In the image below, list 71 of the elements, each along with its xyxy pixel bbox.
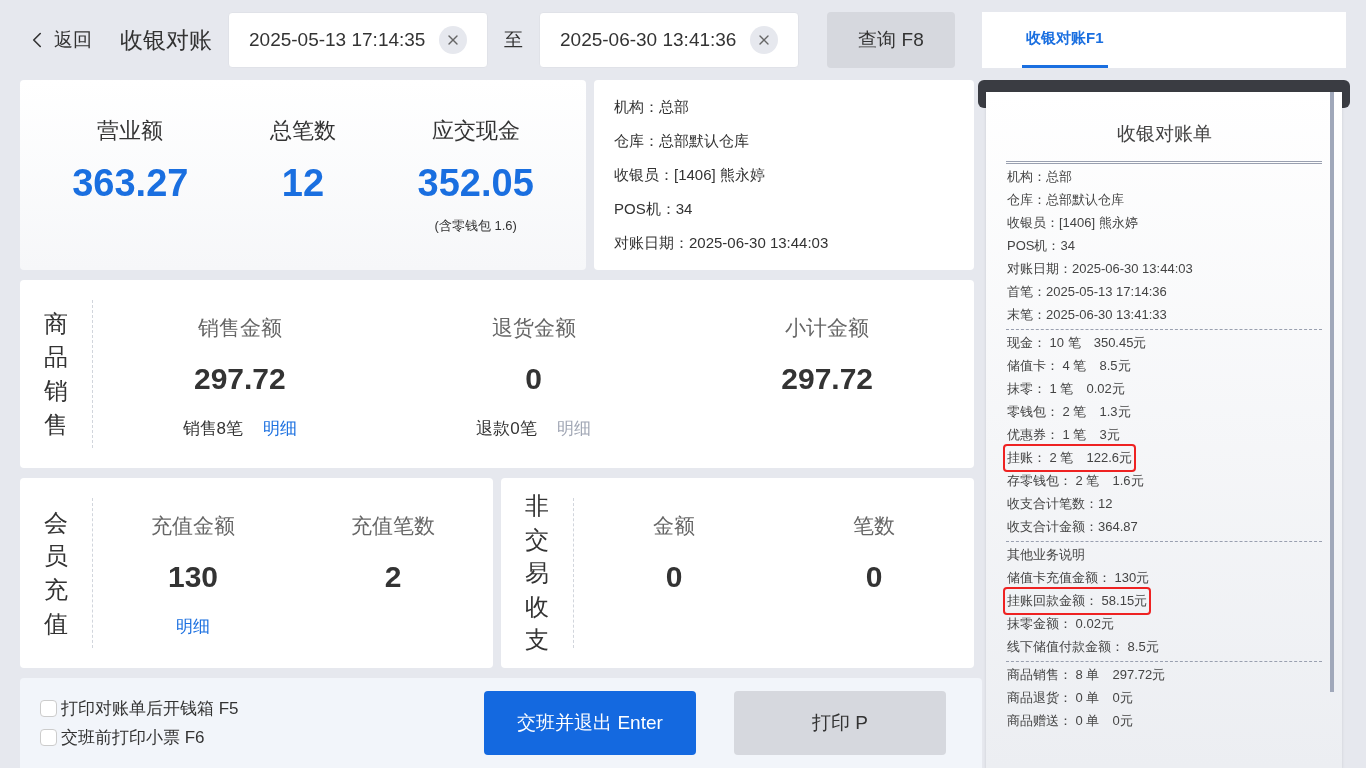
count-text: 退款0笔	[476, 417, 537, 440]
metric-value: 0	[865, 558, 883, 595]
info-text: 机构：总部	[614, 97, 690, 117]
receipt-line: 收银员：[1406] 熊永婷	[1006, 214, 1139, 233]
page-title: 收银对账	[120, 25, 212, 55]
receipt-line: 对账日期：2025-06-30 13:44:03	[1006, 260, 1194, 279]
receipt-line: 储值卡： 4 笔 8.5元	[1006, 357, 1132, 376]
metric-value: 12	[281, 161, 325, 206]
receipt-line: 商品销售： 8 单 297.72元	[1006, 666, 1167, 685]
metric-value: 130	[167, 558, 219, 595]
tab[interactable]: 收银对账F1	[1022, 12, 1108, 68]
section-label: 非交易收支	[525, 491, 549, 656]
metric-label: 充值笔数	[351, 513, 435, 539]
metric-value: 0	[665, 558, 683, 595]
metric-label: 销售金额	[197, 315, 282, 341]
range-separator: 至	[504, 27, 523, 52]
metric-label: 金额	[653, 513, 695, 539]
metric-value: 352.05	[417, 161, 534, 207]
clear-icon[interactable]	[750, 26, 778, 54]
receipt-line: 商品退货： 0 单 0元	[1006, 689, 1134, 708]
info-text: POS机：34	[614, 198, 694, 219]
info-text: 对账日期：2025-06-30 13:44:03	[614, 232, 830, 253]
count-text: 销售8笔	[182, 417, 244, 440]
receipt-line: 现金： 10 笔 350.45元	[1006, 334, 1148, 353]
section-label: 会员充值	[44, 507, 68, 639]
receipt-line: 优惠券： 1 笔 3元	[1006, 426, 1121, 445]
query-button[interactable]: 查询 F8	[827, 12, 955, 68]
metric-label: 小计金额	[785, 315, 870, 341]
detail-link[interactable]: 明细	[176, 613, 210, 640]
checkbox-label: 打印对账单后开钱箱 F5	[61, 697, 239, 720]
date-field[interactable]: 2025-06-30 13:41:36	[539, 12, 799, 68]
info-text: 收银员：[1406] 熊永婷	[614, 164, 766, 185]
checkbox[interactable]	[40, 729, 57, 747]
metric-value: 363.27	[72, 161, 189, 206]
info-text: 仓库：总部默认仓库	[614, 130, 750, 151]
handover-button[interactable]: 交班并退出 Enter	[484, 691, 696, 755]
receipt-line: 商品赠送： 0 单 0元	[1006, 712, 1134, 731]
metric-label: 退货金额	[491, 315, 576, 341]
detail-link[interactable]: 明细	[263, 415, 298, 442]
metric-value: 297.72	[781, 360, 874, 397]
metric-value: 0	[525, 360, 542, 397]
metric-label: 充值金额	[151, 513, 235, 539]
metric-label: 总笔数	[270, 117, 336, 145]
print-button[interactable]: 打印 P	[734, 691, 946, 755]
metric-note: (含零钱包 1.6)	[434, 217, 517, 236]
metric-label: 笔数	[853, 513, 895, 539]
receipt-line: 抹零金额： 0.02元	[1006, 615, 1115, 634]
receipt-line: 抹零： 1 笔 0.02元	[1006, 380, 1126, 399]
receipt-line: 收支合计金额：364.87	[1006, 518, 1139, 537]
section-label: 商品销售	[44, 308, 68, 440]
receipt-line: 储值卡充值金额： 130元	[1006, 569, 1151, 588]
back-button[interactable]: 返回	[24, 25, 92, 55]
metric-label: 营业额	[97, 117, 164, 145]
metric-value: 2	[384, 558, 402, 595]
receipt-line: 首笔：2025-05-13 17:14:36	[1006, 283, 1168, 302]
receipt-line: 其他业务说明	[1006, 546, 1086, 565]
clear-icon[interactable]	[439, 26, 467, 54]
receipt-title: 收银对账单	[1116, 122, 1212, 146]
receipt-line: POS机：34	[1006, 237, 1076, 256]
receipt-line: 存零钱包： 2 笔 1.6元	[1006, 472, 1145, 491]
checkbox-label: 交班前打印小票 F6	[61, 727, 205, 749]
checkbox[interactable]	[40, 699, 57, 717]
date-field[interactable]: 2025-05-13 17:14:35	[228, 12, 488, 68]
metric-value: 297.72	[193, 360, 286, 397]
receipt-line: 机构：总部	[1006, 168, 1073, 187]
receipt-line: 仓库：总部默认仓库	[1006, 191, 1125, 210]
receipt-line: 末笔：2025-06-30 13:41:33	[1006, 306, 1168, 325]
receipt-line: 收支合计笔数：12	[1006, 495, 1114, 514]
metric-label: 应交现金	[431, 117, 520, 146]
receipt-line: 线下储值付款金额： 8.5元	[1006, 638, 1160, 657]
receipt-line: 零钱包： 2 笔 1.3元	[1006, 403, 1132, 422]
